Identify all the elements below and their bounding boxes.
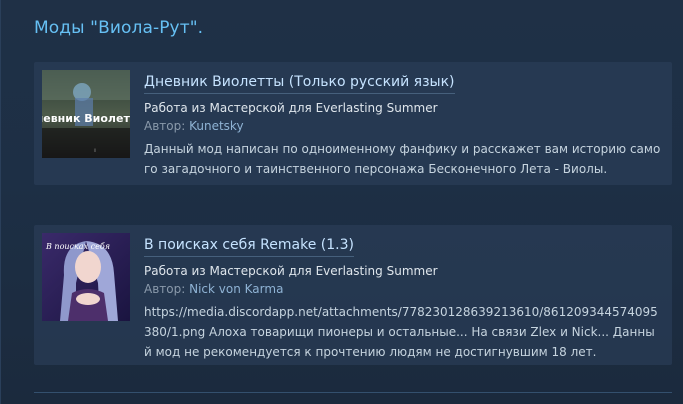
mod-info-1: Дневник Виолетты (Только русский язык) Р… bbox=[144, 71, 662, 179]
mod-thumbnail-2[interactable]: В поисках себя bbox=[42, 233, 130, 321]
mod-thumbnail-1[interactable]: Дневник Виолетты ll bbox=[42, 70, 130, 158]
workshop-label: Работа из Мастерской для Everlasting Sum… bbox=[144, 264, 438, 278]
svg-text:В поисках себя: В поисках себя bbox=[45, 242, 110, 251]
section-title: Моды "Виола-Рут". bbox=[34, 18, 204, 38]
svg-text:ll: ll bbox=[94, 148, 96, 153]
author-link[interactable]: Kunetsky bbox=[189, 119, 243, 133]
author-line: Автор: Nick von Karma bbox=[144, 282, 662, 296]
author-label: Автор: bbox=[144, 119, 186, 133]
diary-cover-image: Дневник Виолетты ll bbox=[42, 70, 130, 158]
mod-title-link[interactable]: Дневник Виолетты (Только русский язык) bbox=[144, 74, 455, 94]
author-line: Автор: Kunetsky bbox=[144, 119, 662, 133]
mod-card-2: В поисках себя В поисках себя Remake (1.… bbox=[34, 225, 672, 365]
svg-text:Дневник Виолетты: Дневник Виолетты bbox=[42, 112, 130, 125]
workshop-label: Работа из Мастерской для Everlasting Sum… bbox=[144, 101, 438, 115]
author-link[interactable]: Nick von Karma bbox=[189, 282, 283, 296]
mods-panel: Моды "Виола-Рут". Дневник Виолетты ll bbox=[0, 0, 683, 404]
mod-info-2: В поисках себя Remake (1.3) Работа из Ма… bbox=[144, 234, 662, 362]
author-label: Автор: bbox=[144, 282, 186, 296]
mod-description: Данный мод написан по одноименному фанфи… bbox=[144, 142, 661, 176]
mod-card-1: Дневник Виолетты ll Дневник Виолетты (То… bbox=[34, 62, 672, 185]
mod-title-link[interactable]: В поисках себя Remake (1.3) bbox=[144, 237, 354, 257]
character-cover-image: В поисках себя bbox=[42, 233, 130, 321]
mod-description: https://media.discordapp.net/attachments… bbox=[144, 305, 658, 359]
divider bbox=[34, 392, 672, 393]
